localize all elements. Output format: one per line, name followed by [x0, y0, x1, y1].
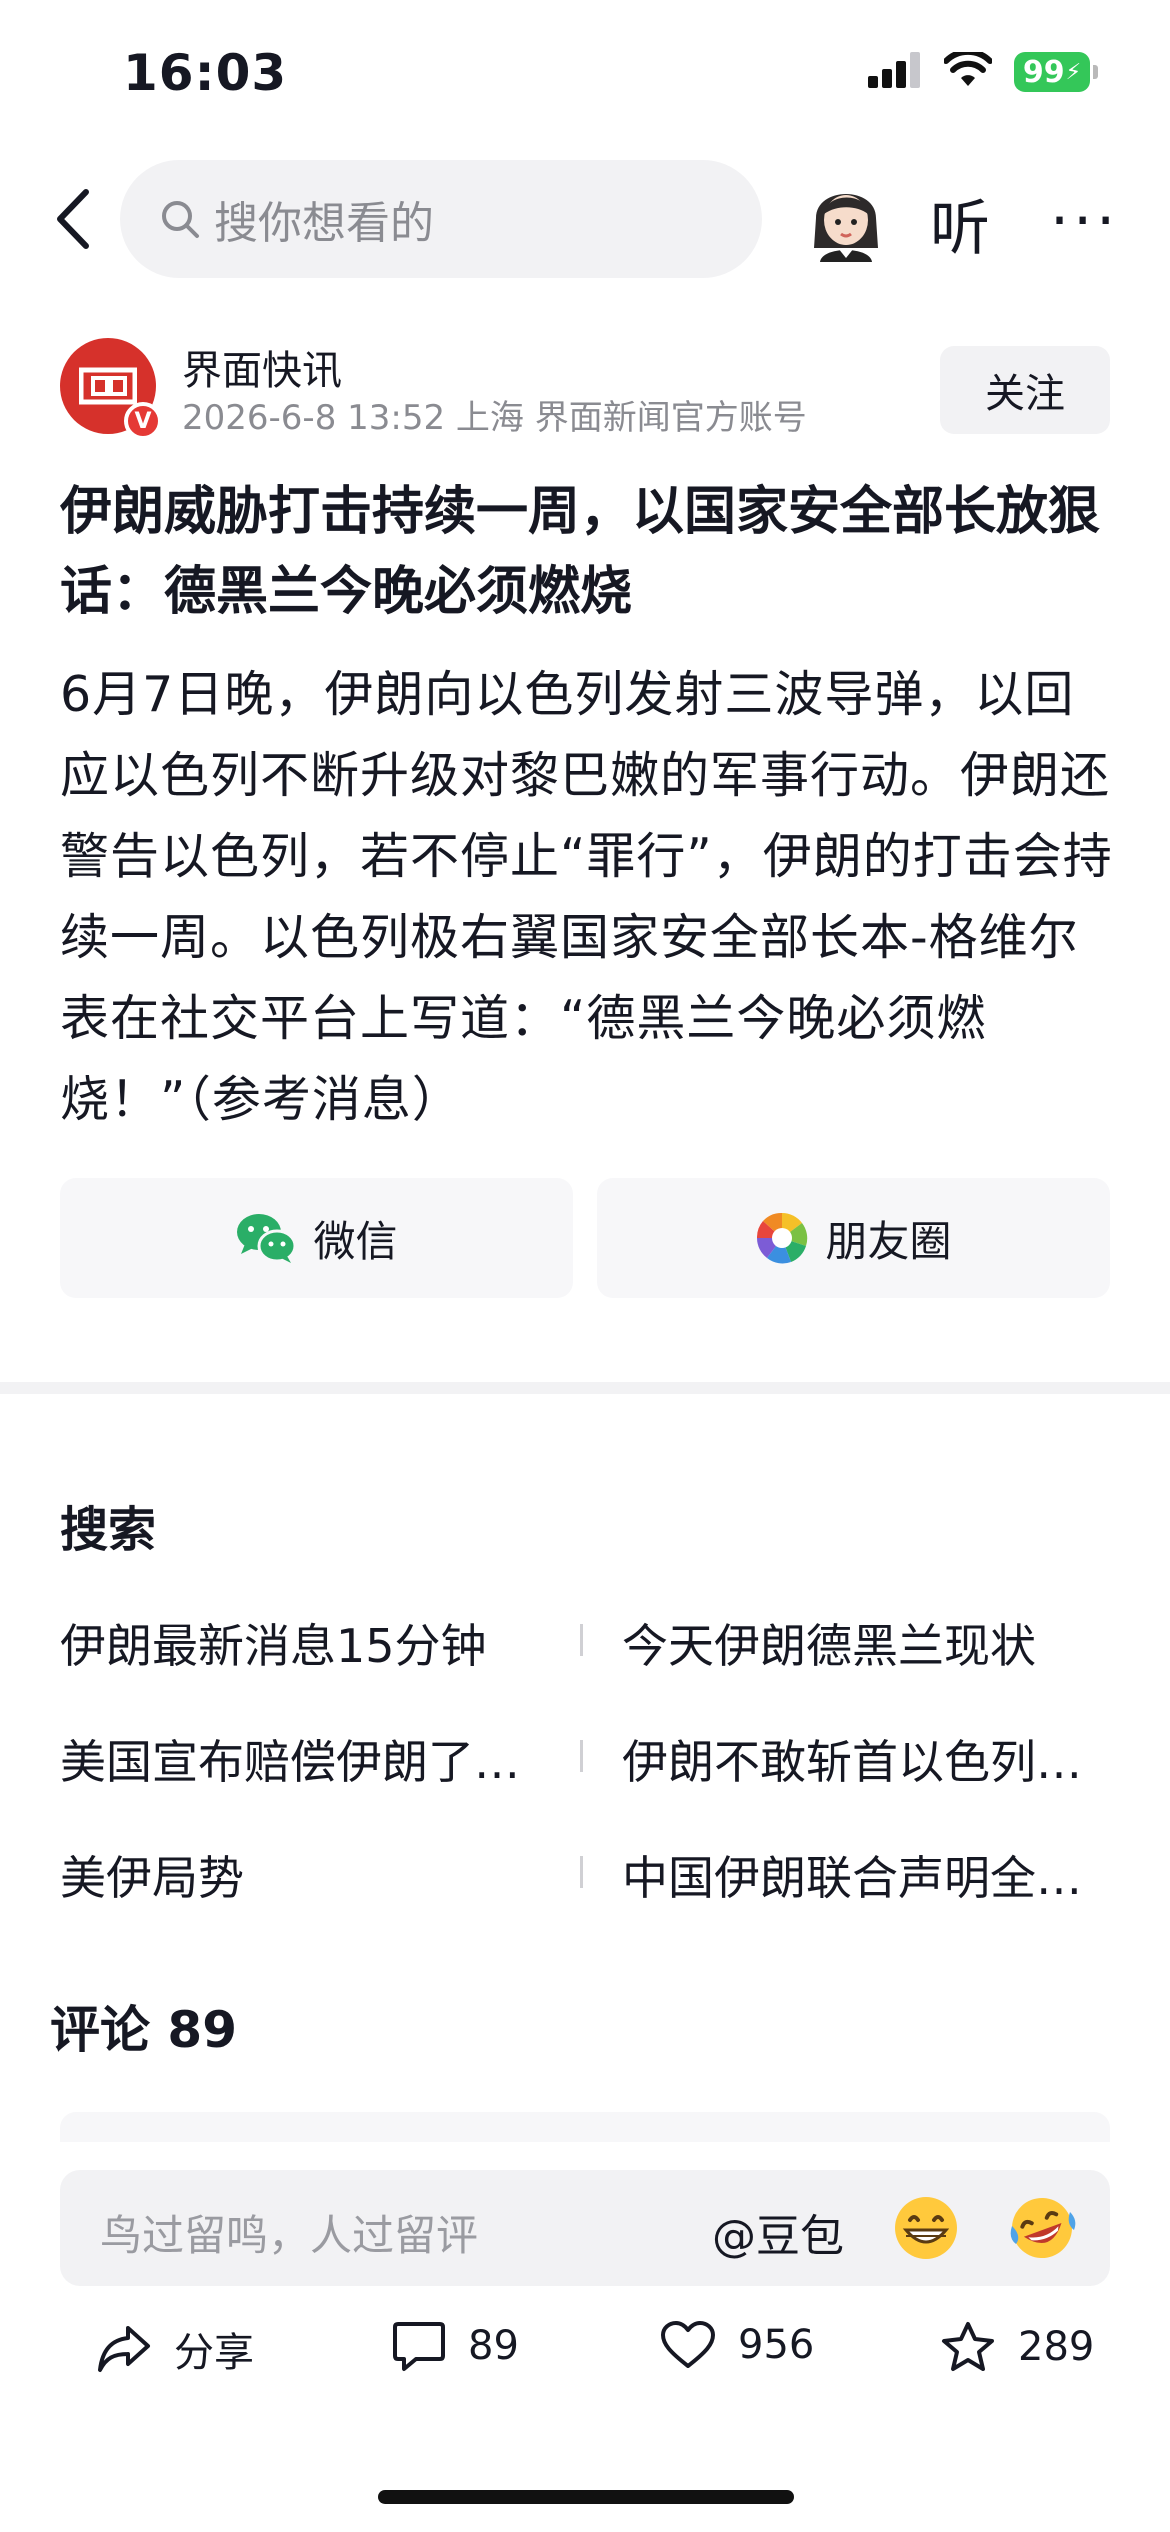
wechat-icon — [237, 1214, 297, 1263]
favorite-button[interactable]: 289 — [940, 2320, 1094, 2374]
search-input[interactable]: 搜你想看的 — [120, 160, 762, 278]
suggestion-item[interactable]: 美国宣布赔偿伊朗了… — [60, 1726, 540, 1792]
signal-icon — [868, 52, 922, 92]
search-icon — [162, 201, 199, 238]
mention-doubao-button[interactable]: @豆包 — [712, 2200, 844, 2264]
comment-input[interactable]: 鸟过留鸣，人过留评 @豆包 — [60, 2170, 1110, 2286]
share-wechat-label: 微信 — [313, 1216, 398, 1266]
battery-charging-icon: 99 ⚡ — [1014, 52, 1098, 92]
article-body: 6月7日晚，伊朗向以色列发射三波导弹，以回应以色列不断升级对黎巴嫩的军事行动。伊… — [60, 666, 1113, 1128]
comment-count: 89 — [468, 2323, 519, 2369]
suggestion-item[interactable]: 中国伊朗联合声明全… — [622, 1842, 1102, 1908]
grin-emoji-button[interactable] — [892, 2194, 960, 2262]
home-indicator[interactable] — [378, 2490, 794, 2504]
suggestion-row: 美国宣布赔偿伊朗了… 伊朗不敢斩首以色列… — [60, 1726, 1110, 1842]
comments-title: 评论 89 — [50, 2001, 237, 2059]
suggestion-item[interactable]: 美伊局势 — [60, 1842, 540, 1908]
jiemian-logo-icon — [79, 367, 137, 405]
share-row: 微信 朋友圈 — [60, 1178, 1110, 1298]
article-title: 伊朗威胁打击持续一周，以国家安全部长放狠话：德黑兰今晚必须燃烧 — [60, 482, 1101, 622]
suggestion-item[interactable]: 伊朗不敢斩首以色列… — [622, 1726, 1102, 1792]
status-bar: 16:03 99 ⚡ — [0, 0, 1170, 150]
share-label: 分享 — [174, 2330, 254, 2376]
suggestion-row: 美伊局势 中国伊朗联合声明全… — [60, 1842, 1110, 1958]
wifi-icon — [943, 48, 993, 92]
section-divider — [0, 1382, 1170, 1394]
share-wechat-button[interactable]: 微信 — [60, 1178, 573, 1298]
share-moments-label: 朋友圈 — [825, 1216, 952, 1266]
moments-icon — [757, 1212, 808, 1264]
search-section-title: 搜索 — [60, 1502, 157, 1558]
bolt-icon: ⚡ — [1065, 59, 1082, 85]
author-name[interactable]: 界面快讯 — [182, 338, 342, 396]
avatar[interactable] — [808, 178, 884, 262]
suggestion-separator — [580, 1624, 583, 1656]
search-placeholder: 搜你想看的 — [214, 198, 434, 249]
like-count: 956 — [738, 2322, 815, 2368]
star-icon — [942, 2322, 994, 2371]
listen-button[interactable]: 听 — [930, 180, 990, 267]
verified-badge: V — [124, 402, 162, 440]
heart-icon — [661, 2321, 715, 2368]
share-moments-button[interactable]: 朋友圈 — [597, 1178, 1110, 1298]
back-button[interactable] — [46, 184, 98, 254]
suggestion-item[interactable]: 今天伊朗德黑兰现状 — [622, 1610, 1102, 1676]
suggestion-separator — [580, 1856, 583, 1888]
more-menu-button[interactable]: ··· — [1050, 186, 1119, 256]
suggestion-row: 伊朗最新消息15分钟 今天伊朗德黑兰现状 — [60, 1610, 1110, 1726]
like-button[interactable]: 956 — [660, 2320, 814, 2370]
status-time: 16:03 — [123, 44, 288, 102]
search-suggestions: 伊朗最新消息15分钟 今天伊朗德黑兰现状 美国宣布赔偿伊朗了… 伊朗不敢斩首以色… — [60, 1610, 1110, 1958]
author-meta: 2026-6-8 13:52 上海 界面新闻官方账号 — [182, 398, 807, 438]
share-arrow-icon — [98, 2326, 150, 2372]
comment-button[interactable]: 89 — [392, 2320, 519, 2372]
share-button[interactable]: 分享 — [96, 2320, 254, 2378]
comment-placeholder: 鸟过留鸣，人过留评 — [100, 2211, 479, 2260]
favorite-count: 289 — [1018, 2324, 1095, 2370]
battery-level: 99 — [1022, 54, 1065, 90]
suggestion-separator — [580, 1740, 583, 1772]
author-row: V 界面快讯 2026-6-8 13:52 上海 界面新闻官方账号 关注 — [60, 338, 1110, 440]
comment-icon — [393, 2322, 445, 2371]
laugh-cry-emoji-button[interactable] — [1006, 2192, 1078, 2264]
follow-button[interactable]: 关注 — [940, 346, 1110, 434]
status-icons: 99 ⚡ — [868, 48, 1098, 92]
top-nav: 搜你想看的 听 ··· — [0, 150, 1170, 290]
comments-preview — [60, 2112, 1110, 2142]
chevron-left-icon — [57, 189, 89, 249]
suggestion-item[interactable]: 伊朗最新消息15分钟 — [60, 1610, 540, 1676]
bottom-action-bar: 分享 89 956 289 — [0, 2300, 1170, 2410]
